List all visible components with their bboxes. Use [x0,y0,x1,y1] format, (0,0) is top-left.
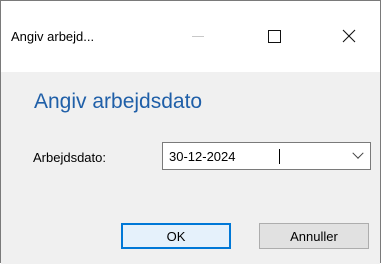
date-combobox[interactable] [162,142,371,170]
cancel-button[interactable]: Annuller [259,223,369,249]
text-caret [279,149,280,164]
minimize-icon [192,35,204,37]
maximize-icon [267,29,281,43]
date-input[interactable] [163,143,343,169]
chevron-down-icon [352,147,364,159]
close-button[interactable] [326,19,372,53]
ok-button[interactable]: OK [121,223,231,249]
close-icon [342,29,356,43]
date-dropdown-button[interactable] [346,143,370,169]
dialog-window: Angiv arbejd... Angiv arbejdsdato Arbejd… [0,0,381,264]
dialog-heading: Angiv arbejdsdato [34,90,203,113]
maximize-button[interactable] [251,19,297,53]
minimize-button[interactable] [175,19,221,53]
title-bar[interactable]: Angiv arbejd... [1,1,380,72]
date-field-label: Arbejdsdato: [33,150,106,165]
window-title: Angiv arbejd... [11,29,95,44]
